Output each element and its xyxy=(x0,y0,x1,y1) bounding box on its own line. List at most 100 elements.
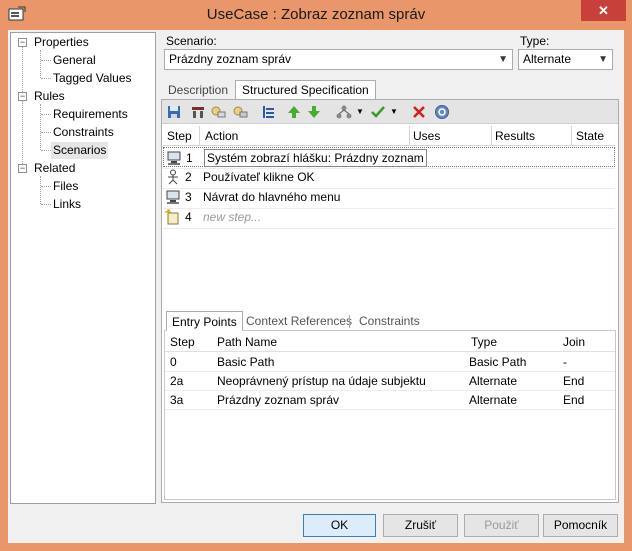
tree-line xyxy=(40,50,41,78)
column-action[interactable]: Action xyxy=(205,126,238,146)
entry-join: - xyxy=(563,355,567,369)
entry-path: Basic Path xyxy=(217,355,275,369)
chevron-down-icon[interactable]: ▼ xyxy=(598,50,608,69)
tree-item-related[interactable]: Related xyxy=(34,161,75,175)
scenario-value: Prázdny zoznam správ xyxy=(169,52,292,66)
move-down-icon[interactable] xyxy=(306,104,322,120)
paste-icon[interactable] xyxy=(232,104,248,120)
tree-line xyxy=(41,78,51,79)
column-step[interactable]: Step xyxy=(167,126,192,146)
chevron-down-icon[interactable]: ▼ xyxy=(386,104,402,120)
entry-type: Alternate xyxy=(469,374,518,388)
help-button[interactable]: Pomocník xyxy=(543,514,618,537)
cancel-button[interactable]: Zrušiť xyxy=(383,514,458,537)
step-action[interactable]: Systém zobrazí hlášku: Prázdny zoznam xyxy=(204,149,427,167)
tree-item-scenarios[interactable]: Scenarios xyxy=(51,142,109,159)
column-separator xyxy=(571,126,572,146)
tree-line xyxy=(41,114,51,115)
row-divider xyxy=(163,228,615,229)
hierarchy-icon[interactable] xyxy=(336,104,352,120)
tree-line xyxy=(41,204,51,205)
tree-item-constraints[interactable]: Constraints xyxy=(53,125,114,139)
column-results[interactable]: Results xyxy=(495,126,535,146)
tab-description[interactable]: Description xyxy=(162,81,234,100)
close-button[interactable]: ✕ xyxy=(581,0,626,21)
check-icon[interactable] xyxy=(370,104,386,120)
table-row[interactable]: 3 Návrat do hlavného menu xyxy=(163,187,615,207)
save-icon[interactable] xyxy=(166,104,182,120)
tab-structured-specification[interactable]: Structured Specification xyxy=(235,80,376,101)
tree-item-requirements[interactable]: Requirements xyxy=(53,107,128,121)
steps-toolbar: ▼ ▼ xyxy=(162,100,618,124)
tree-item-general[interactable]: General xyxy=(53,53,96,67)
apply-button[interactable]: Použiť xyxy=(464,514,539,537)
system-icon xyxy=(166,190,180,204)
tree-line xyxy=(40,176,41,204)
tree-item-tagged-values[interactable]: Tagged Values xyxy=(53,71,132,85)
tree-line xyxy=(41,60,51,61)
step-number: 4 xyxy=(185,210,192,224)
dialog-window: UseCase : Zobraz zoznam správ ✕ − Proper… xyxy=(0,0,632,551)
table-row[interactable]: 2 Používateľ klikne OK xyxy=(163,167,615,187)
entry-step: 2a xyxy=(170,374,184,388)
step-action[interactable]: Návrat do hlavného menu xyxy=(203,187,340,207)
tree-line xyxy=(41,186,51,187)
column-uses[interactable]: Uses xyxy=(413,126,440,146)
table-row[interactable]: 4 new step... xyxy=(163,207,615,227)
column-separator xyxy=(199,126,200,146)
step-number: 1 xyxy=(186,151,193,165)
move-up-icon[interactable] xyxy=(286,104,302,120)
column-step[interactable]: Step xyxy=(170,333,195,352)
steps-grid-header: Step Action Uses Results State xyxy=(163,126,615,146)
tab-constraints[interactable]: Constraints xyxy=(354,311,425,331)
entry-join: End xyxy=(563,374,585,388)
delete-icon[interactable] xyxy=(411,104,427,120)
collapse-icon[interactable]: − xyxy=(18,164,27,173)
entry-step: 0 xyxy=(170,355,177,369)
tree-line xyxy=(41,132,51,133)
scenario-select[interactable]: Prázdny zoznam správ ▼ xyxy=(164,49,513,70)
system-icon xyxy=(167,151,181,165)
tab-entry-points[interactable]: Entry Points xyxy=(166,311,243,331)
entry-path: Neoprávnený prístup na údaje subjektu xyxy=(217,374,426,388)
step-action[interactable]: Používateľ klikne OK xyxy=(203,167,315,187)
copy-icon[interactable] xyxy=(210,104,226,120)
step-number: 3 xyxy=(185,190,192,204)
chevron-down-icon[interactable]: ▼ xyxy=(352,104,368,120)
type-value: Alternate xyxy=(523,52,572,66)
list-icon[interactable] xyxy=(260,104,276,120)
column-separator xyxy=(491,126,492,146)
title-bar[interactable]: UseCase : Zobraz zoznam správ ✕ xyxy=(0,0,632,30)
type-select[interactable]: Alternate ▼ xyxy=(518,49,613,70)
table-icon[interactable] xyxy=(190,104,206,120)
table-row[interactable]: 2a Neoprávnený prístup na údaje subjektu… xyxy=(165,372,615,391)
actor-icon xyxy=(168,169,178,185)
help-icon[interactable] xyxy=(434,104,450,120)
tree-item-files[interactable]: Files xyxy=(53,179,78,193)
chevron-down-icon[interactable]: ▼ xyxy=(498,50,508,69)
entry-points-header: Step Path Name Type Join xyxy=(165,333,615,352)
new-step-placeholder[interactable]: new step... xyxy=(203,207,261,227)
type-label: Type: xyxy=(520,34,550,48)
table-row[interactable]: 3a Prázdny zoznam správ Alternate End xyxy=(165,391,615,410)
column-state[interactable]: State xyxy=(576,126,604,146)
navigation-tree xyxy=(10,32,156,504)
tree-item-rules[interactable]: Rules xyxy=(34,89,65,103)
ok-button[interactable]: OK xyxy=(303,514,376,537)
tree-item-properties[interactable]: Properties xyxy=(34,35,89,49)
tree-line xyxy=(22,42,23,170)
column-type[interactable]: Type xyxy=(471,333,497,352)
table-row[interactable]: 0 Basic Path Basic Path - xyxy=(165,353,615,372)
collapse-icon[interactable]: − xyxy=(18,92,27,101)
table-row[interactable]: 1 Systém zobrazí hlášku: Prázdny zoznam xyxy=(163,147,615,167)
tab-separator xyxy=(349,315,350,328)
column-path-name[interactable]: Path Name xyxy=(217,333,277,352)
column-join[interactable]: Join xyxy=(563,333,585,352)
window-title: UseCase : Zobraz zoznam správ xyxy=(206,6,426,23)
tree-line xyxy=(41,150,51,151)
collapse-icon[interactable]: − xyxy=(18,38,27,47)
tree-item-links[interactable]: Links xyxy=(53,197,81,211)
scenario-label: Scenario: xyxy=(166,34,217,48)
tab-context-references[interactable]: Context References xyxy=(241,311,357,331)
step-number: 2 xyxy=(185,170,192,184)
